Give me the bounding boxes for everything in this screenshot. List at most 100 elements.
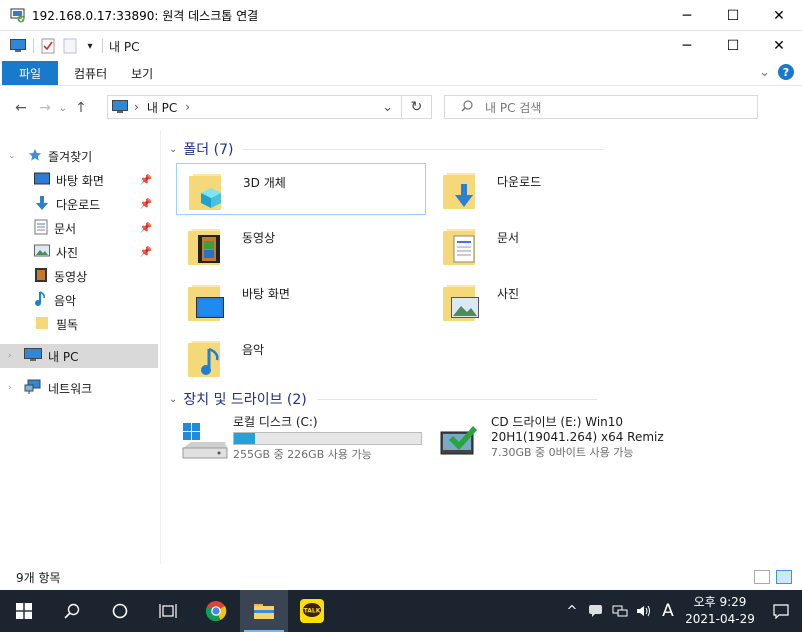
sidebar-item-required-reading[interactable]: 필독	[0, 312, 158, 336]
help-button[interactable]: ?	[778, 64, 794, 80]
start-button[interactable]	[0, 590, 48, 632]
pin-icon[interactable]: 📌	[140, 199, 152, 210]
video-icon	[184, 223, 228, 267]
drives-group-header[interactable]: ⌄ 장치 및 드라이브 (2)	[169, 389, 597, 409]
large-icons-view-button[interactable]	[776, 570, 792, 584]
properties-icon[interactable]	[40, 35, 56, 57]
sidebar-item-quick-access[interactable]: ⌄ 즐겨찾기	[0, 144, 158, 168]
forward-button[interactable]: →	[33, 96, 57, 120]
folder-music[interactable]: 음악	[176, 331, 426, 383]
video-icon	[34, 267, 48, 286]
drive-name-line2: 20H1(19041.264) x64 Remiz	[491, 430, 664, 444]
chevron-up-icon[interactable]: ^	[560, 590, 584, 632]
explorer-maximize-button[interactable]: ☐	[710, 31, 756, 61]
computer-icon	[110, 100, 130, 114]
task-view-button[interactable]	[144, 590, 192, 632]
picture-icon	[439, 279, 483, 323]
search-box[interactable]: 내 PC 검색	[444, 95, 758, 119]
clock[interactable]: 오후 9:29 2021-04-29	[680, 594, 760, 628]
sidebar-item-downloads[interactable]: 다운로드 📌	[0, 192, 158, 216]
breadcrumb-this-pc[interactable]: 내 PC	[147, 99, 177, 116]
content-pane: ⌄ 폴더 (7) 3D 개체 다운로드 동영상 문서 바탕 화면 사진 음악 ⌄…	[161, 130, 802, 564]
rdp-close-button[interactable]: ✕	[756, 0, 802, 31]
drive-e[interactable]: CD 드라이브 (E:) Win10 20H1(19041.264) x64 R…	[439, 414, 689, 466]
pin-icon[interactable]: 📌	[140, 247, 152, 258]
kakaotalk-taskbar-button[interactable]: TALK	[288, 590, 336, 632]
back-button[interactable]: ←	[9, 96, 33, 120]
chevron-right-icon[interactable]: ›	[8, 383, 12, 393]
action-center-button[interactable]	[760, 590, 802, 632]
drive-name-line1: CD 드라이브 (E:) Win10	[491, 415, 624, 429]
new-folder-icon[interactable]	[62, 35, 78, 57]
sidebar-item-label: 즐겨찾기	[48, 149, 93, 164]
cd-drive-icon	[439, 418, 487, 462]
cortana-icon	[112, 603, 128, 619]
file-explorer-taskbar-button[interactable]	[240, 590, 288, 632]
tab-view[interactable]: 보기	[121, 61, 163, 85]
search-placeholder: 내 PC 검색	[485, 100, 542, 115]
details-view-button[interactable]	[754, 570, 770, 584]
sidebar-item-music[interactable]: 음악	[0, 288, 158, 312]
star-icon	[28, 148, 42, 165]
chevron-down-icon[interactable]: ⌄	[8, 151, 16, 161]
folder-documents[interactable]: 문서	[431, 219, 681, 271]
customize-quick-access-dropdown[interactable]: ▾	[84, 35, 96, 57]
breadcrumb-separator[interactable]: ›	[185, 100, 190, 114]
download-icon	[439, 167, 483, 211]
sidebar-item-pictures[interactable]: 사진 📌	[0, 240, 158, 264]
volume-icon[interactable]	[632, 590, 656, 632]
drive-c[interactable]: 로컬 디스크 (C:) 255GB 중 226GB 사용 가능	[181, 414, 431, 466]
folder-videos[interactable]: 동영상	[176, 219, 426, 271]
rdp-maximize-button[interactable]: ☐	[710, 0, 756, 31]
explorer-close-button[interactable]: ✕	[756, 31, 802, 61]
desktop-icon	[34, 172, 50, 189]
computer-icon[interactable]	[9, 35, 27, 57]
navigation-pane: ⌄ 즐겨찾기 바탕 화면 📌 다운로드 📌 문서 📌 사진 📌 동영상 음악 필…	[0, 130, 161, 564]
toolbar-separator	[33, 39, 34, 53]
sidebar-item-network[interactable]: › 네트워크	[0, 376, 158, 400]
network-icon[interactable]	[608, 590, 632, 632]
svg-text:TALK: TALK	[304, 608, 321, 615]
sidebar-item-this-pc[interactable]: › 내 PC	[0, 344, 158, 368]
folder-3d-objects[interactable]: 3D 개체	[176, 163, 426, 215]
chrome-taskbar-button[interactable]	[192, 590, 240, 632]
search-button[interactable]	[48, 590, 96, 632]
document-icon	[439, 223, 483, 267]
chevron-down-icon[interactable]: ⌄	[169, 144, 177, 155]
refresh-button[interactable]: ↻	[402, 95, 432, 119]
chevron-right-icon[interactable]: ›	[8, 351, 12, 361]
tab-file[interactable]: 파일	[2, 61, 58, 85]
chevron-down-icon[interactable]: ⌄	[169, 394, 177, 405]
folder-downloads[interactable]: 다운로드	[431, 163, 681, 215]
pin-icon[interactable]: 📌	[140, 223, 152, 234]
sidebar-item-label: 문서	[54, 221, 77, 236]
address-bar[interactable]: › 내 PC › ⌄	[107, 95, 402, 119]
chat-notification-icon[interactable]	[584, 590, 608, 632]
pin-icon[interactable]: 📌	[140, 175, 152, 186]
rdp-minimize-button[interactable]: ─	[664, 0, 710, 31]
sidebar-item-documents[interactable]: 문서 📌	[0, 216, 158, 240]
folder-desktop[interactable]: 바탕 화면	[176, 275, 426, 327]
music-icon	[34, 290, 48, 310]
breadcrumb-separator[interactable]: ›	[134, 100, 139, 114]
remote-desktop-icon	[10, 7, 26, 23]
search-icon	[461, 99, 473, 115]
explorer-minimize-button[interactable]: ─	[664, 31, 710, 61]
sidebar-item-label: 사진	[56, 245, 79, 260]
folders-group-header[interactable]: ⌄ 폴더 (7)	[169, 139, 604, 159]
folder-name: 다운로드	[497, 175, 542, 189]
sidebar-item-desktop[interactable]: 바탕 화면 📌	[0, 168, 158, 192]
expand-ribbon-button[interactable]: ⌄	[759, 65, 770, 80]
group-title: 장치 및 드라이브 (2)	[183, 392, 307, 408]
sidebar-item-videos[interactable]: 동영상	[0, 264, 158, 288]
chrome-icon	[205, 601, 227, 622]
up-button[interactable]: ↑	[69, 96, 93, 120]
folder-pictures[interactable]: 사진	[431, 275, 681, 327]
network-icon	[24, 379, 42, 398]
input-method-indicator[interactable]: A	[656, 590, 680, 632]
recent-locations-button[interactable]: ⌄	[57, 96, 69, 120]
cortana-button[interactable]	[96, 590, 144, 632]
drive-free-space: 7.30GB 중 0바이트 사용 가능	[491, 446, 634, 459]
address-dropdown-button[interactable]: ⌄	[382, 100, 393, 115]
tab-computer[interactable]: 컴퓨터	[58, 61, 121, 85]
